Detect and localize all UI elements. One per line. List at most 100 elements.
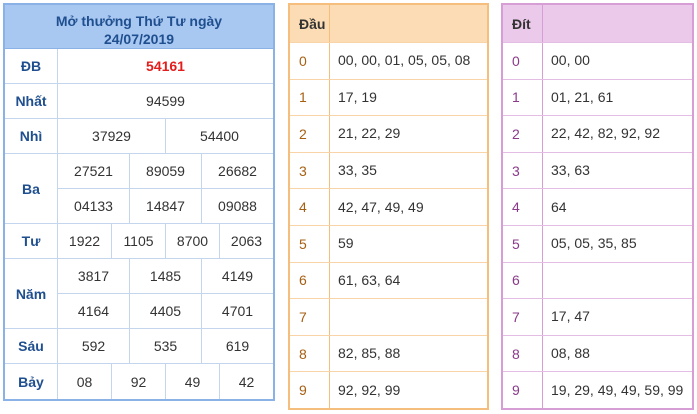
dit-values: 19, 29, 49, 49, 59, 99 (551, 381, 684, 398)
dit-digit: 8 (503, 335, 543, 372)
dau-digit: 0 (290, 43, 330, 79)
prize-label: ĐB (5, 49, 58, 83)
dau-row: 9 92, 92, 99 (290, 371, 487, 408)
dit-header-value (543, 5, 692, 42)
dau-digit: 5 (290, 225, 330, 262)
dit-row: 4 64 (503, 188, 692, 225)
prize-number: 1922 (68, 233, 101, 249)
prize-number: 619 (201, 329, 273, 363)
dau-header-value (330, 5, 487, 42)
prize-number: 09088 (201, 189, 273, 223)
prize-row: Nhì 37929 54400 (5, 119, 273, 154)
dau-digit: 1 (290, 79, 330, 116)
prize-label: Nhất (5, 84, 58, 118)
dau-values: 17, 19 (338, 88, 377, 105)
prize-number: 37929 (92, 128, 131, 144)
dau-header: Đầu (290, 5, 330, 42)
prize-number: 89059 (129, 154, 201, 188)
dau-values: 92, 92, 99 (338, 381, 401, 398)
prize-row: Nhất 94599 (5, 84, 273, 119)
dit-values: 22, 42, 82, 92, 92 (551, 125, 660, 142)
dit-values: 08, 88 (551, 345, 590, 362)
dit-values: 01, 21, 61 (551, 88, 614, 105)
prize-number: 535 (129, 329, 201, 363)
prize-number: 4701 (201, 294, 273, 328)
results-date: 24/07/2019 (103, 31, 175, 47)
results-table: Mở thưởng Thứ Tư ngày 24/07/2019 ĐB 54161… (3, 3, 275, 401)
dau-digit: 9 (290, 372, 330, 408)
results-body: ĐB 54161 Nhất 94599 Nhì 37929 54400 Ba 27521 8905… (5, 49, 273, 399)
prize-row: Ba 27521 89059 26682 04133 14847 09088 (5, 154, 273, 224)
dit-digit: 6 (503, 262, 543, 299)
dit-row: 1 01, 21, 61 (503, 78, 692, 116)
dau-row: 8 82, 85, 88 (290, 334, 487, 372)
dit-digit: 7 (503, 299, 543, 335)
dau-values: 82, 85, 88 (338, 345, 401, 362)
prize-number: 4405 (129, 294, 201, 328)
dit-values: 33, 63 (551, 162, 590, 179)
dit-digit: 9 (503, 372, 543, 408)
dit-values: 17, 47 (551, 308, 590, 325)
dau-digit: 6 (290, 262, 330, 299)
dit-row: 0 00, 00 (503, 42, 692, 79)
prize-number: 42 (219, 364, 273, 399)
dau-header-row: Đầu (290, 5, 487, 42)
prize-number: 1105 (111, 224, 165, 258)
dau-row: 5 59 (290, 224, 487, 262)
dit-row: 7 17, 47 (503, 298, 692, 335)
prize-row: Sáu 592 535 619 (5, 329, 273, 364)
dit-row: 6 (503, 261, 692, 299)
prize-number: 92 (111, 364, 165, 399)
dau-digit: 3 (290, 152, 330, 189)
dau-values: 00, 00, 01, 05, 05, 08 (338, 52, 471, 69)
prize-label: Sáu (5, 329, 58, 363)
prize-label: Tư (5, 224, 58, 258)
prize-number: 8700 (165, 224, 219, 258)
prize-number: 08 (76, 373, 93, 390)
dit-row: 5 05, 05, 35, 85 (503, 224, 692, 262)
prize-number: 94599 (146, 93, 185, 109)
dau-row: 2 21, 22, 29 (290, 115, 487, 152)
dau-row: 3 33, 35 (290, 151, 487, 189)
prize-row: ĐB 54161 (5, 49, 273, 84)
prize-label: Ba (5, 154, 58, 223)
dit-digit: 4 (503, 189, 543, 225)
dau-digit: 8 (290, 335, 330, 372)
prize-number: 26682 (201, 154, 273, 188)
prize-row: Năm 3817 1485 4149 4164 4405 4701 (5, 259, 273, 329)
dau-digit: 4 (290, 189, 330, 225)
dit-digit: 3 (503, 152, 543, 189)
prize-row: Bảy 08 92 49 42 (5, 364, 273, 399)
dau-values (330, 299, 487, 335)
prize-number: 14847 (129, 189, 201, 223)
results-header: Mở thưởng Thứ Tư ngày 24/07/2019 (5, 5, 273, 49)
dit-values (543, 263, 692, 299)
prize-number: 2063 (219, 224, 273, 258)
dau-values: 61, 63, 64 (338, 271, 401, 288)
dit-header: Đít (503, 5, 543, 42)
dau-values: 33, 35 (338, 162, 377, 179)
dit-digit: 2 (503, 116, 543, 152)
dit-digit: 0 (503, 43, 543, 79)
prize-number: 27521 (74, 163, 113, 179)
dau-row: 4 42, 47, 49, 49 (290, 188, 487, 225)
dau-digit: 2 (290, 116, 330, 152)
prize-number: 54400 (165, 119, 273, 153)
dit-values: 05, 05, 35, 85 (551, 235, 637, 252)
dau-values: 59 (338, 235, 354, 252)
dau-row: 1 17, 19 (290, 78, 487, 116)
dau-row: 0 00, 00, 01, 05, 05, 08 (290, 42, 487, 79)
dau-values: 42, 47, 49, 49 (338, 198, 424, 215)
special-prize-number: 54161 (146, 58, 185, 74)
prize-number: 49 (165, 364, 219, 399)
dit-values: 00, 00 (551, 52, 590, 69)
dit-digit: 5 (503, 225, 543, 262)
prize-number: 1485 (129, 259, 201, 293)
prize-number: 592 (81, 338, 106, 354)
prize-label: Nhì (5, 119, 58, 153)
dit-header-row: Đít (503, 5, 692, 42)
dau-row: 6 61, 63, 64 (290, 261, 487, 299)
dit-values: 64 (551, 198, 567, 215)
prize-number: 04133 (74, 198, 113, 214)
dit-row: 8 08, 88 (503, 334, 692, 372)
